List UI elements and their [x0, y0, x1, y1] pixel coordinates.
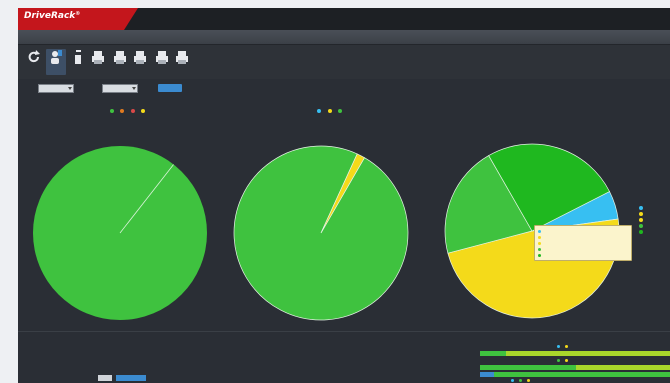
tooltip-dot: [538, 236, 541, 239]
bar-segment: [480, 351, 506, 356]
legend-dot: [639, 218, 643, 222]
details-panel: [18, 331, 670, 383]
to-date-select[interactable]: [102, 84, 138, 93]
status-legend-1: [554, 344, 569, 348]
legend-dot: [317, 109, 322, 113]
printer-icon: [156, 51, 168, 64]
tooltip-row: [538, 253, 628, 259]
bar-segment: [480, 365, 576, 370]
brand-name: DriveRack®: [24, 11, 81, 21]
pie-chart-3: [444, 143, 620, 319]
print-button-2[interactable]: [110, 49, 130, 75]
printer-icon: [134, 51, 146, 64]
legend-item: [140, 109, 146, 113]
filter-bar: [18, 79, 670, 97]
chart-tooltip: [534, 225, 632, 261]
printer-icon: [92, 51, 104, 64]
legend-dot: [518, 378, 522, 382]
tooltip-dot: [538, 254, 541, 257]
device-icon: [75, 50, 81, 64]
pie-chart-1: [33, 146, 207, 320]
pie-chart-2: [233, 145, 409, 321]
legend-dot: [511, 378, 514, 382]
tooltip-dot: [538, 242, 541, 245]
legend-dot: [557, 358, 560, 362]
legend-dot: [327, 109, 332, 113]
legend-item: [317, 109, 322, 113]
toolbar: [18, 45, 670, 79]
printer-icon: [114, 51, 126, 64]
legend-dot: [639, 212, 643, 216]
chevron-down-icon: [68, 87, 72, 90]
print-button-5[interactable]: [172, 49, 192, 75]
from-date-select[interactable]: [38, 84, 74, 93]
user-export-icon: [51, 50, 62, 64]
legend-dot: [557, 344, 560, 348]
legend-dot: [526, 378, 530, 382]
tooltip-dot: [538, 230, 541, 233]
chevron-down-icon: [132, 87, 136, 90]
legend-dot: [564, 344, 568, 348]
refresh-icon: [28, 50, 40, 63]
status-bar-1: [480, 351, 670, 356]
show-button[interactable]: [116, 375, 146, 381]
legend-dot: [639, 224, 643, 228]
legend-item: [337, 109, 343, 113]
chart-2-legend: [230, 109, 430, 113]
status-legend-2: [554, 358, 569, 362]
legend-item: [327, 109, 333, 113]
chart-3: [432, 100, 638, 330]
legend-dot: [564, 358, 568, 362]
chart-1: [28, 100, 228, 330]
status-bar-2: [480, 365, 670, 370]
legend-dot: [120, 109, 125, 113]
bar-segment: [480, 372, 494, 377]
legend-dot: [140, 109, 145, 113]
chart-1-legend: [28, 109, 228, 113]
print-button-1[interactable]: [88, 49, 108, 75]
logo: DriveRack®: [18, 8, 148, 30]
legend-item: [120, 109, 125, 113]
print-button-4[interactable]: [152, 49, 172, 75]
scroll-value-field[interactable]: [98, 375, 112, 381]
legend-item: [130, 109, 136, 113]
legend-dot: [639, 206, 643, 210]
title-bar: [18, 30, 670, 45]
legend-dot: [130, 109, 135, 113]
status-legend-3: [508, 378, 531, 382]
chart-2: [230, 100, 430, 330]
print-button-3[interactable]: [130, 49, 150, 75]
users-button[interactable]: [46, 49, 66, 75]
brand-bar: DriveRack®: [18, 8, 670, 30]
status-bar-3: [480, 372, 670, 377]
apply-button[interactable]: [158, 84, 182, 92]
device-button[interactable]: [68, 49, 88, 75]
refresh-button[interactable]: [24, 49, 44, 75]
bar-segment: [576, 365, 670, 370]
legend-dot: [639, 230, 643, 234]
legend-dot: [110, 109, 115, 113]
printer-icon: [176, 51, 188, 64]
legend-item: [110, 109, 115, 113]
bar-segment: [494, 372, 670, 377]
legend-dot: [337, 109, 342, 113]
app-window: DriveRack®: [18, 8, 670, 383]
bar-segment: [506, 351, 670, 356]
tooltip-dot: [538, 248, 541, 251]
